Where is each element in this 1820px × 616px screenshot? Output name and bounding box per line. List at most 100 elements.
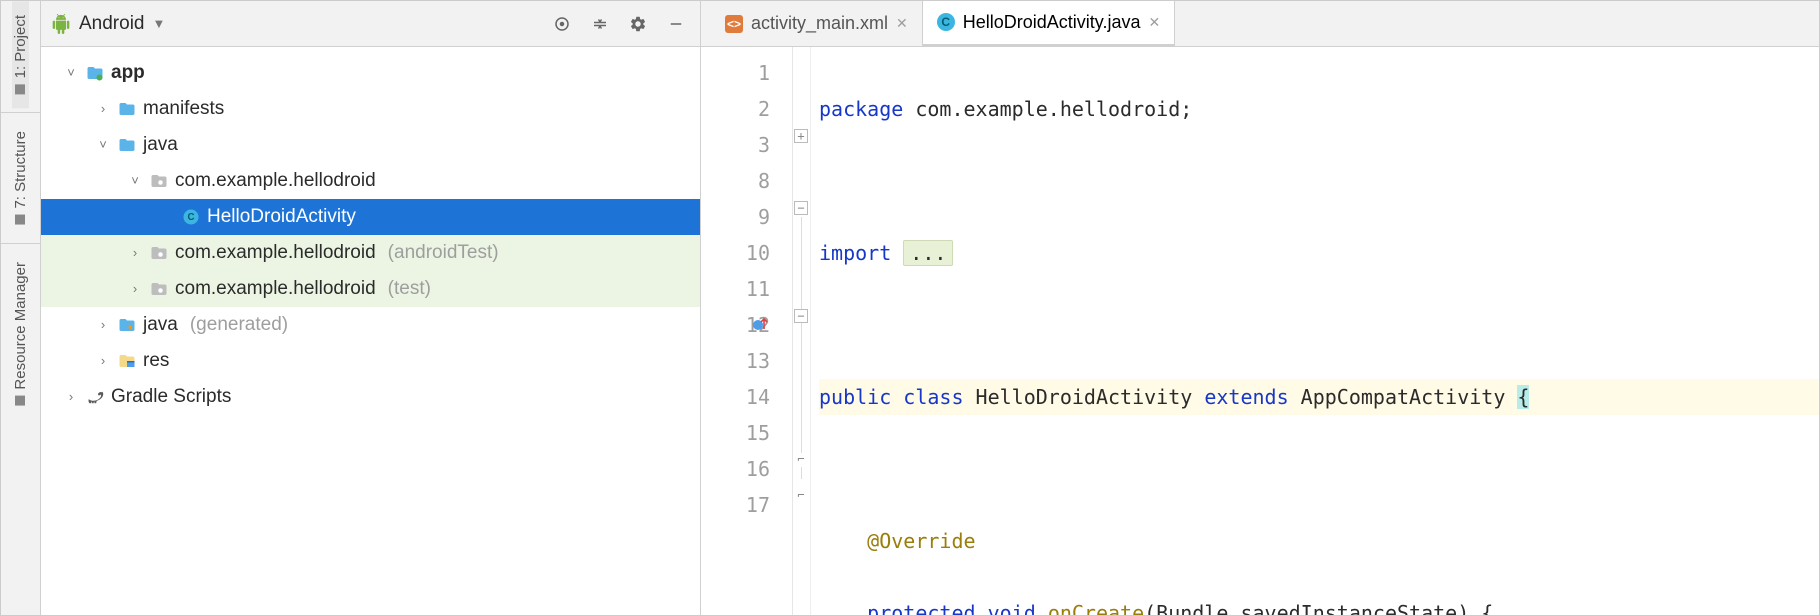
node-qualifier: (generated) bbox=[190, 313, 288, 338]
line-number: 8 bbox=[701, 163, 770, 199]
code-text: AppCompatActivity bbox=[1289, 385, 1518, 409]
gradle-icon bbox=[85, 387, 105, 407]
tab-label: activity_main.xml bbox=[751, 13, 888, 34]
code-line: import ... bbox=[819, 235, 1819, 271]
toolwindow-project[interactable]: 1: Project bbox=[12, 1, 29, 108]
line-number: 15 bbox=[701, 415, 770, 451]
hide-panel-button[interactable] bbox=[662, 10, 690, 38]
keyword: void bbox=[988, 601, 1036, 615]
line-number: 1 bbox=[701, 55, 770, 91]
folder-icon bbox=[117, 135, 137, 155]
tree-node-res[interactable]: › res bbox=[41, 343, 700, 379]
editor-tabs: <> activity_main.xml ✕ C HelloDroidActiv… bbox=[701, 1, 1819, 47]
tree-node-pkg-androidtest[interactable]: › com.example.hellodroid (androidTest) bbox=[41, 235, 700, 271]
project-mode-selector[interactable]: Android ▼ bbox=[51, 13, 165, 35]
fold-collapse-button[interactable]: − bbox=[794, 201, 808, 215]
node-label: HelloDroidActivity bbox=[207, 205, 356, 230]
toolwindow-resource-manager[interactable]: Resource Manager bbox=[12, 248, 29, 420]
package-icon bbox=[149, 171, 169, 191]
fold-placeholder[interactable]: ... bbox=[903, 240, 953, 266]
chevron-spacer bbox=[159, 209, 175, 225]
android-icon bbox=[51, 14, 71, 34]
toolwindow-resource-manager-label: Resource Manager bbox=[12, 262, 29, 390]
node-label: com.example.hellodroid bbox=[175, 277, 376, 302]
class-icon: C bbox=[937, 13, 955, 31]
line-number: 13 bbox=[701, 343, 770, 379]
tab-label: HelloDroidActivity.java bbox=[963, 12, 1141, 33]
tree-node-pkg-main[interactable]: ˅ com.example.hellodroid bbox=[41, 163, 700, 199]
line-number: 10 bbox=[701, 235, 770, 271]
node-label: res bbox=[143, 349, 169, 374]
chevron-right-icon: › bbox=[63, 389, 79, 405]
line-number: 11 bbox=[701, 271, 770, 307]
tab-hellodroidactivity-java[interactable]: C HelloDroidActivity.java ✕ bbox=[923, 1, 1175, 46]
structure-icon bbox=[16, 215, 26, 225]
xml-file-icon: <> bbox=[725, 15, 743, 33]
collapse-all-button[interactable] bbox=[586, 10, 614, 38]
chevron-right-icon: › bbox=[95, 353, 111, 369]
toolwindow-structure[interactable]: 7: Structure bbox=[12, 117, 29, 239]
node-label: com.example.hellodroid bbox=[175, 169, 376, 194]
node-label: app bbox=[111, 61, 145, 86]
module-icon bbox=[85, 63, 105, 83]
code-text: com.example.hellodroid; bbox=[903, 97, 1192, 121]
chevron-right-icon: › bbox=[127, 245, 143, 261]
chevron-down-icon: ▼ bbox=[153, 16, 166, 31]
tree-node-gradle[interactable]: › Gradle Scripts bbox=[41, 379, 700, 415]
settings-button[interactable] bbox=[624, 10, 652, 38]
close-icon[interactable]: ✕ bbox=[896, 15, 908, 32]
node-label: manifests bbox=[143, 97, 224, 122]
fold-expand-button[interactable]: + bbox=[794, 129, 808, 143]
locate-button[interactable] bbox=[548, 10, 576, 38]
toolstrip-divider bbox=[1, 112, 40, 113]
tree-node-app[interactable]: ˅ app bbox=[41, 55, 700, 91]
tab-activity-main-xml[interactable]: <> activity_main.xml ✕ bbox=[711, 1, 923, 46]
keyword: extends bbox=[1204, 385, 1288, 409]
tree-node-pkg-test[interactable]: › com.example.hellodroid (test) bbox=[41, 271, 700, 307]
project-mode-label: Android bbox=[79, 13, 145, 35]
project-icon bbox=[16, 84, 26, 94]
method-name: onCreate bbox=[1048, 601, 1144, 615]
resource-manager-icon bbox=[16, 396, 26, 406]
left-toolstrip: 1: Project 7: Structure Resource Manager bbox=[1, 1, 41, 615]
minimize-icon bbox=[667, 15, 685, 33]
tree-node-manifests[interactable]: › manifests bbox=[41, 91, 700, 127]
fold-collapse-button[interactable]: − bbox=[794, 309, 808, 323]
code-line: @Override bbox=[819, 523, 1819, 559]
chevron-down-icon: ˅ bbox=[127, 173, 143, 189]
code-text[interactable]: package com.example.hellodroid; import .… bbox=[811, 47, 1819, 615]
chevron-right-icon: › bbox=[95, 101, 111, 117]
node-qualifier: (test) bbox=[388, 277, 431, 302]
project-panel: Android ▼ ˅ app › bbox=[41, 1, 701, 615]
line-number: 16 bbox=[701, 451, 770, 487]
toolstrip-divider bbox=[1, 243, 40, 244]
package-icon bbox=[149, 279, 169, 299]
override-up-icon[interactable] bbox=[752, 317, 768, 333]
line-number: 14 bbox=[701, 379, 770, 415]
line-gutter[interactable]: 1 2 3 8 9 10 11 12 13 14 15 16 17 bbox=[701, 47, 793, 615]
keyword: package bbox=[819, 97, 903, 121]
code-line-current: public class HelloDroidActivity extends … bbox=[819, 379, 1819, 415]
class-icon: C bbox=[181, 207, 201, 227]
code-text: HelloDroidActivity bbox=[964, 385, 1205, 409]
code-line bbox=[819, 163, 1819, 199]
annotation: @Override bbox=[867, 529, 975, 553]
close-icon[interactable]: ✕ bbox=[1149, 14, 1161, 31]
tree-node-activity[interactable]: C HelloDroidActivity bbox=[41, 199, 700, 235]
node-label: Gradle Scripts bbox=[111, 385, 231, 410]
toolwindow-project-label: 1: Project bbox=[12, 15, 29, 78]
code-line: protected void onCreate(Bundle savedInst… bbox=[819, 595, 1819, 615]
line-number: 9 bbox=[701, 199, 770, 235]
project-tree[interactable]: ˅ app › manifests ˅ java ˅ com.example.h… bbox=[41, 47, 700, 615]
chevron-right-icon: › bbox=[95, 317, 111, 333]
code-line: package com.example.hellodroid; bbox=[819, 91, 1819, 127]
node-label: com.example.hellodroid bbox=[175, 241, 376, 266]
svg-text:C: C bbox=[187, 212, 194, 223]
fold-line bbox=[801, 217, 802, 479]
brace: { bbox=[1517, 385, 1529, 409]
tree-node-java[interactable]: ˅ java bbox=[41, 127, 700, 163]
code-line bbox=[819, 307, 1819, 343]
package-icon bbox=[149, 243, 169, 263]
tree-node-java-generated[interactable]: › java (generated) bbox=[41, 307, 700, 343]
fold-end-icon: ⌐ bbox=[794, 453, 808, 467]
